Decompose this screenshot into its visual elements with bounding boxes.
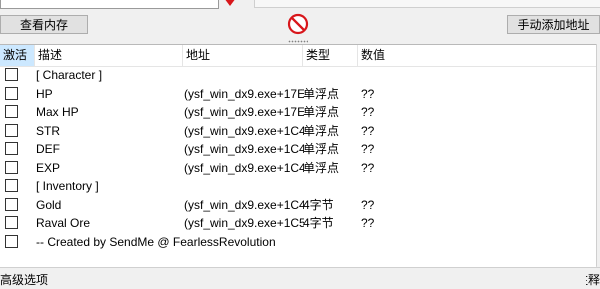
active-checkbox[interactable] bbox=[5, 197, 18, 211]
table-row[interactable]: Gold (ysf_win_dx9.exe+1C43 4字节 ?? bbox=[0, 197, 596, 215]
row-address: (ysf_win_dx9.exe+1C43 bbox=[184, 160, 304, 175]
table-row[interactable]: Max HP (ysf_win_dx9.exe+17EF 单浮点 ?? bbox=[0, 104, 596, 122]
scrollbar[interactable] bbox=[596, 44, 600, 266]
row-type: 单浮点 bbox=[303, 105, 340, 119]
cheat-table: 激活 描述 地址 类型 数值 [ Character ] HP (ysf_win… bbox=[0, 44, 597, 267]
table-row[interactable]: [ Inventory ] bbox=[0, 178, 596, 196]
row-address: (ysf_win_dx9.exe+1C43 bbox=[184, 142, 304, 156]
row-type: 4字节 bbox=[303, 197, 334, 212]
row-type: 单浮点 bbox=[303, 123, 340, 138]
table-header: 激活 描述 地址 类型 数值 bbox=[0, 45, 596, 67]
table-row[interactable]: -- Created by SendMe @ FearlessRevolutio… bbox=[0, 234, 596, 252]
row-description: DEF bbox=[36, 142, 60, 156]
no-entry-icon[interactable] bbox=[287, 13, 309, 35]
comments-button[interactable]: 注释 bbox=[586, 271, 600, 288]
row-description: [ Character ] bbox=[36, 68, 103, 82]
row-value[interactable]: ?? bbox=[361, 104, 441, 122]
row-description: HP bbox=[36, 86, 53, 101]
active-checkbox[interactable] bbox=[5, 179, 18, 192]
table-row[interactable]: Raval Ore (ysf_win_dx9.exe+1C56 4字节 ?? bbox=[0, 215, 596, 233]
view-memory-button[interactable]: 查看内存 bbox=[0, 15, 88, 34]
row-address: (ysf_win_dx9.exe+1C43 bbox=[184, 123, 304, 138]
add-address-button[interactable]: 手动添加地址 bbox=[507, 15, 600, 34]
row-value[interactable]: ?? bbox=[361, 141, 441, 159]
row-type: 单浮点 bbox=[303, 142, 340, 156]
header-active[interactable]: 激活 bbox=[0, 45, 35, 66]
active-checkbox[interactable] bbox=[5, 234, 18, 248]
row-description: Gold bbox=[36, 197, 62, 212]
table-row[interactable]: EXP (ysf_win_dx9.exe+1C43 单浮点 ?? bbox=[0, 160, 596, 178]
table-row[interactable]: DEF (ysf_win_dx9.exe+1C43 单浮点 ?? bbox=[0, 141, 596, 159]
top-field bbox=[254, 0, 600, 8]
row-description: -- Created by SendMe @ FearlessRevolutio… bbox=[36, 234, 276, 249]
table-row[interactable]: STR (ysf_win_dx9.exe+1C43 单浮点 ?? bbox=[0, 123, 596, 141]
active-checkbox[interactable] bbox=[5, 216, 18, 229]
row-description: Max HP bbox=[36, 105, 79, 119]
advanced-options-button[interactable]: 高级选项 bbox=[0, 271, 48, 288]
header-type[interactable]: 类型 bbox=[303, 45, 358, 66]
row-address: (ysf_win_dx9.exe+1C43 bbox=[184, 197, 304, 212]
row-address: (ysf_win_dx9.exe+1C56 bbox=[184, 216, 304, 230]
active-checkbox[interactable] bbox=[5, 86, 18, 100]
row-type: 4字节 bbox=[303, 216, 334, 230]
active-checkbox[interactable] bbox=[5, 142, 18, 155]
row-description: Raval Ore bbox=[36, 216, 91, 230]
header-value[interactable]: 数值 bbox=[358, 45, 596, 66]
header-address[interactable]: 地址 bbox=[183, 45, 303, 66]
row-description: [ Inventory ] bbox=[36, 179, 99, 193]
active-checkbox[interactable] bbox=[5, 123, 18, 137]
row-value[interactable]: ?? bbox=[361, 160, 441, 178]
red-arrow-icon[interactable] bbox=[222, 0, 248, 8]
active-checkbox[interactable] bbox=[5, 160, 18, 174]
header-description[interactable]: 描述 bbox=[35, 45, 183, 66]
table-row[interactable]: HP (ysf_win_dx9.exe+17EF 单浮点 ?? bbox=[0, 86, 596, 104]
row-value[interactable]: ?? bbox=[361, 123, 441, 141]
address-input[interactable] bbox=[0, 0, 219, 9]
row-address: (ysf_win_dx9.exe+17EF bbox=[184, 105, 304, 119]
row-address: (ysf_win_dx9.exe+17EF bbox=[184, 86, 304, 101]
active-checkbox[interactable] bbox=[5, 105, 18, 118]
splitter-handle[interactable] bbox=[288, 40, 308, 43]
row-type: 单浮点 bbox=[303, 86, 340, 101]
row-value[interactable]: ?? bbox=[361, 215, 441, 233]
active-checkbox[interactable] bbox=[5, 68, 18, 81]
row-description: EXP bbox=[36, 160, 61, 175]
status-bar: 高级选项 注释 bbox=[0, 267, 600, 289]
table-row[interactable]: [ Character ] bbox=[0, 67, 596, 85]
row-description: STR bbox=[36, 123, 60, 138]
row-value[interactable]: ?? bbox=[361, 86, 441, 104]
row-type: 单浮点 bbox=[303, 160, 340, 175]
row-value[interactable]: ?? bbox=[361, 197, 441, 215]
